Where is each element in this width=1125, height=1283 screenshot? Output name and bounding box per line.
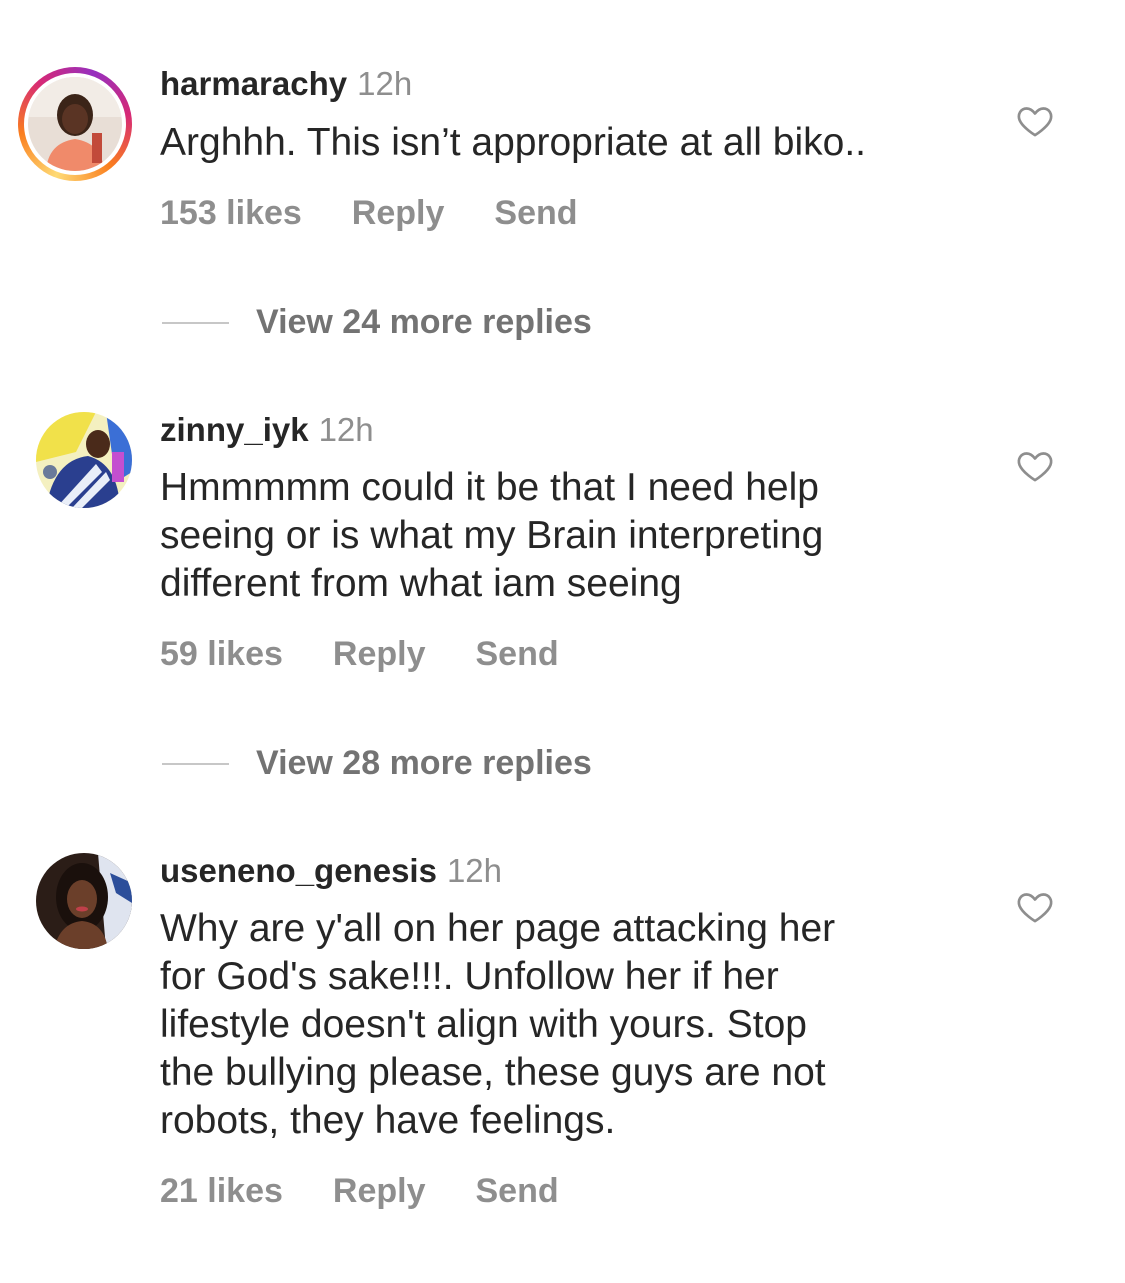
username[interactable]: zinny_iyk [160,411,309,448]
comment-text-line: lifestyle doesn't align with yours. Stop [160,1003,807,1046]
likes-count[interactable]: 153 likes [160,193,302,233]
likes-count[interactable]: 21 likes [160,1171,283,1211]
reply-button[interactable]: Reply [333,1171,426,1211]
comment-actions: 153 likes Reply Send [160,193,578,233]
comment-text-line: seeing or is what my Brain interpreting [160,514,824,557]
comment-actions: 21 likes Reply Send [160,1171,559,1211]
comment-text-line: Why are y'all on her page attacking her [160,907,836,950]
view-replies-label[interactable]: View 28 more replies [256,743,592,783]
likes-count[interactable]: 59 likes [160,634,283,674]
heart-outline-icon[interactable] [1015,446,1055,486]
reply-button[interactable]: Reply [352,193,445,233]
avatar [28,77,122,171]
timestamp: 12h [318,411,374,448]
timestamp: 12h [357,65,413,102]
timestamp: 12h [446,852,503,889]
heart-outline-icon[interactable] [1015,887,1055,927]
username[interactable]: useneno_genesis [160,852,437,889]
comment-text-line: different from what iam seeing [160,562,682,605]
avatar-story-ring[interactable] [18,67,132,181]
view-replies-label[interactable]: View 24 more replies [256,302,592,342]
comment-text: Arghhh. This isn’t appropriate at all bi… [160,121,866,164]
send-button[interactable]: Send [475,1171,558,1211]
comment-header: zinny_iyk 12h [160,410,374,450]
comment-text: Why are y'all on her page attacking her … [160,905,960,1145]
comment-header: useneno_genesis 12h [160,851,502,891]
replies-divider [162,763,229,765]
send-button[interactable]: Send [494,193,577,233]
comment-header: harmarachy 12h [160,64,412,104]
reply-button[interactable]: Reply [333,634,426,674]
replies-divider [162,322,229,324]
comment-text-line: robots, they have feelings. [160,1099,616,1142]
comment-text: Hmmmmm could it be that I need help seei… [160,464,960,608]
heart-outline-icon[interactable] [1015,101,1055,141]
username[interactable]: harmarachy [160,65,347,102]
comment-actions: 59 likes Reply Send [160,634,559,674]
send-button[interactable]: Send [475,634,558,674]
avatar[interactable] [36,412,132,508]
comment-text-line: for God's sake!!!. Unfollow her if her [160,955,779,998]
avatar[interactable] [36,853,132,949]
comment-text-line: the bullying please, these guys are not [160,1051,826,1094]
comment-text-line: Hmmmmm could it be that I need help [160,466,819,509]
